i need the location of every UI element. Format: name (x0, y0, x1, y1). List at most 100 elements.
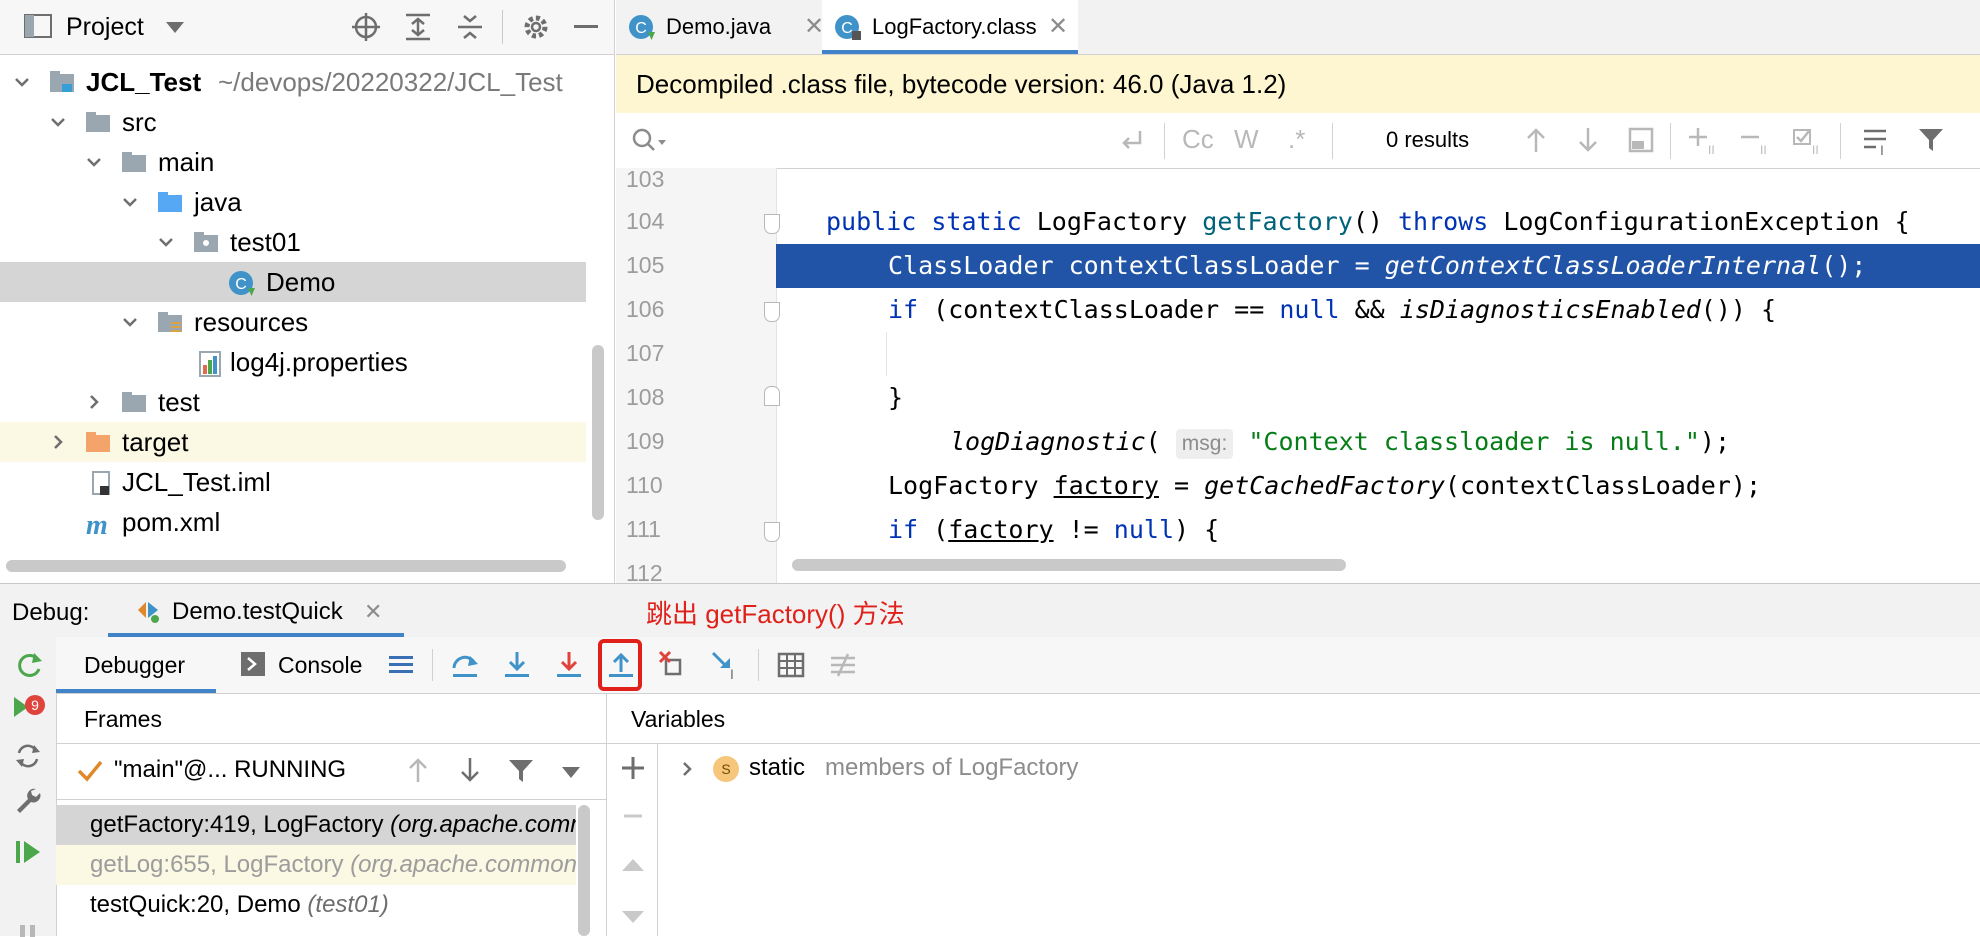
add-occurrence-icon[interactable]: II (1688, 126, 1720, 156)
code-line-106[interactable]: if (contextClassLoader == null && isDiag… (776, 288, 1980, 332)
expand-all-icon[interactable] (404, 13, 432, 41)
tab-debugger[interactable]: Debugger (56, 637, 216, 693)
step-into-icon[interactable] (502, 650, 532, 680)
drop-frame-icon[interactable] (658, 650, 688, 680)
session-tab-label: Demo.testQuick (172, 598, 343, 625)
search-icon[interactable] (630, 126, 666, 154)
evaluate-expression-icon[interactable] (776, 650, 806, 680)
chevron-right-icon[interactable] (679, 761, 695, 777)
run-to-cursor-icon[interactable]: I (710, 650, 740, 680)
chevron-right-icon[interactable] (86, 394, 102, 410)
frame-item[interactable]: getFactory:419, LogFactory (org.apache.c… (56, 805, 576, 845)
code-line-104[interactable]: public static LogFactory getFactory() th… (776, 200, 1980, 244)
arrow-down-icon[interactable] (458, 756, 482, 784)
arrow-up-icon[interactable] (406, 756, 430, 784)
gear-icon[interactable] (522, 13, 550, 41)
search-input[interactable] (672, 123, 1176, 159)
chevron-down-icon[interactable] (158, 234, 174, 250)
separator (1332, 123, 1333, 159)
project-horizontal-scrollbar[interactable] (6, 560, 566, 572)
tab-console[interactable]: Console (230, 637, 380, 693)
menu-icon[interactable] (386, 650, 416, 680)
force-step-into-icon[interactable] (554, 650, 584, 680)
chevron-right-icon[interactable] (50, 434, 66, 450)
locate-icon[interactable] (352, 13, 380, 41)
hide-icon[interactable] (574, 25, 598, 28)
tree-item-jcl-test-iml[interactable]: JCL_Test.iml (0, 462, 586, 502)
tree-item-pom-xml[interactable]: m pom.xml (0, 502, 586, 542)
match-case-toggle[interactable]: Cc (1182, 124, 1214, 155)
frame-method: testQuick:20, Demo (90, 891, 301, 918)
chevron-down-icon[interactable] (50, 114, 66, 130)
tree-item-java[interactable]: java (0, 182, 586, 222)
variables-title: Variables (631, 706, 726, 732)
project-vertical-scrollbar[interactable] (592, 345, 604, 520)
tree-item-demo[interactable]: C Demo (0, 262, 586, 302)
newline-icon[interactable] (1118, 127, 1146, 155)
frame-item[interactable]: testQuick:20, Demo (test01) (56, 885, 576, 925)
trace-icon[interactable] (828, 650, 858, 680)
select-all-occurrences-icon[interactable]: II (1792, 126, 1824, 156)
chevron-down-icon[interactable] (562, 767, 580, 779)
debug-session-tab[interactable]: Demo.testQuick ✕ (108, 584, 404, 637)
filter-options-icon[interactable]: I (1862, 126, 1894, 156)
chevron-down-icon[interactable] (122, 194, 138, 210)
wrench-icon[interactable] (14, 785, 42, 815)
restore-layout-icon[interactable] (14, 741, 42, 771)
variables-panel: Variables S static members of LogFactory (607, 693, 1980, 936)
remove-occurrence-icon[interactable]: II (1740, 126, 1772, 156)
code-line-107[interactable]: logDiagnostic( msg: "Context classloader… (776, 332, 1980, 459)
arrow-up-icon[interactable] (1524, 126, 1548, 154)
chevron-down-icon[interactable] (86, 154, 102, 170)
tree-item-test[interactable]: test (0, 382, 586, 422)
filter-icon[interactable] (1918, 127, 1944, 153)
tree-item-src[interactable]: src (0, 102, 586, 142)
words-toggle[interactable]: W (1234, 124, 1259, 155)
rerun-icon[interactable] (14, 651, 44, 681)
regex-toggle[interactable]: .* (1288, 124, 1305, 155)
close-icon[interactable]: ✕ (1048, 0, 1068, 54)
editor-horizontal-scrollbar[interactable] (792, 559, 1346, 571)
tree-item-main[interactable]: main (0, 142, 586, 182)
project-tool-window: Project JCL_Test ~/devops/20220322/JCL_T… (0, 0, 615, 583)
chevron-down-icon[interactable] (122, 314, 138, 330)
tab-demo-java[interactable]: C Demo.java ✕ (626, 0, 830, 54)
project-title[interactable]: Project (66, 13, 144, 42)
move-up-icon[interactable] (620, 855, 646, 875)
arrow-down-icon[interactable] (1576, 126, 1600, 154)
add-watch-icon[interactable] (620, 755, 646, 781)
java-class-icon: C (228, 270, 256, 296)
frame-item[interactable]: getLog:655, LogFactory (org.apache.commo… (56, 845, 576, 885)
variable-row[interactable]: S static members of LogFactory (667, 749, 1967, 789)
code-line-108[interactable]: } (776, 376, 1980, 420)
tab-label: Console (278, 652, 363, 678)
remove-watch-icon[interactable] (620, 803, 646, 829)
line-number: 106 (626, 296, 665, 322)
tree-item-jcl-test[interactable]: JCL_Test ~/devops/20220322/JCL_Test (0, 62, 586, 102)
tree-item-resources[interactable]: resources (0, 302, 586, 342)
code-line-105-current[interactable]: ClassLoader contextClassLoader = getCont… (776, 244, 1980, 288)
code-line-111[interactable]: if (factory != null) { (776, 508, 1980, 552)
move-down-icon[interactable] (620, 907, 646, 927)
open-in-window-icon[interactable] (1628, 127, 1654, 153)
chevron-down-icon[interactable] (14, 74, 30, 90)
folder-icon (84, 110, 112, 134)
close-icon[interactable]: ✕ (364, 599, 382, 625)
tab-logfactory-class[interactable]: C LogFactory.class ✕ (822, 0, 1078, 54)
tree-item-label: JCL_Test.iml (122, 467, 271, 497)
code-line-110[interactable]: LogFactory factory = getCachedFactory(co… (776, 464, 1980, 508)
pause-icon[interactable] (14, 923, 42, 937)
collapse-all-icon[interactable] (456, 13, 484, 41)
tree-item-log4j-properties[interactable]: log4j.properties (0, 342, 586, 382)
tree-item-label: Demo (266, 267, 336, 297)
frames-scrollbar[interactable] (578, 805, 590, 936)
tree-item-test01[interactable]: test01 (0, 222, 586, 262)
tree-item-target[interactable]: target (0, 422, 586, 462)
chevron-down-icon[interactable] (166, 22, 184, 34)
filter-icon[interactable] (508, 758, 534, 784)
step-over-icon[interactable] (450, 650, 480, 680)
resources-folder-icon (156, 310, 184, 334)
resume-program-icon[interactable] (14, 837, 42, 867)
thread-selector[interactable]: "main"@... RUNNING (56, 743, 606, 800)
resume-tests-icon[interactable]: 9 (12, 693, 46, 723)
